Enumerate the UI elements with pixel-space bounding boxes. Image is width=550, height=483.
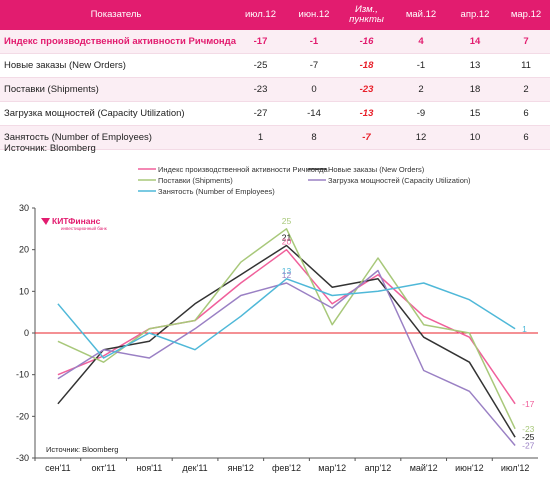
cell: -1: [289, 30, 339, 54]
cell: -1: [394, 53, 448, 78]
table-row: Новые заказы (New Orders) -25 -7 -18 -1 …: [0, 53, 550, 78]
cell: 11: [502, 53, 550, 78]
header-indicator: Показатель: [0, 0, 232, 30]
kit-finance-logo: КИТФинанс инвестиционный банк: [41, 216, 107, 231]
cell: 15: [448, 101, 502, 126]
header-month: апр.12: [448, 0, 502, 30]
cell: 2: [502, 77, 550, 102]
x-tick-label: мар'12: [318, 463, 346, 473]
y-tick-label: -10: [16, 370, 29, 380]
cell: 13: [448, 53, 502, 78]
cell: 0: [289, 77, 339, 102]
change-cell: -16: [339, 30, 394, 54]
y-tick-label: -30: [16, 453, 29, 463]
data-label: 25: [282, 216, 292, 226]
cell: 12: [394, 125, 448, 150]
chart-series: [57, 228, 516, 446]
legend-label: Загрузка мощностей (Capacity Utilization…: [328, 176, 471, 185]
cell: -25: [232, 53, 289, 78]
cell: -27: [232, 101, 289, 126]
y-tick-label: 0: [24, 328, 29, 338]
y-tick-label: -20: [16, 411, 29, 421]
cell: 10: [448, 125, 502, 150]
chart-axes: -30 -20 -10 0 10 20 30 сен'11 окт'11 ноя'11 дек'11…: [16, 203, 538, 473]
x-tick-label: июн'12: [455, 463, 483, 473]
x-tick-label: апр'12: [365, 463, 392, 473]
data-label: 1: [522, 324, 527, 334]
table-row: Поставки (Shipments) -23 0 -23 2 18 2: [0, 77, 550, 102]
chart-legend: Индекс производственной активности Ричмо…: [138, 165, 471, 196]
indicator-table: Показатель июл.12 июн.12 Изм., пункты ма…: [0, 0, 550, 150]
header-month: май.12: [394, 0, 448, 30]
row-name: Загрузка мощностей (Capacity Utilization…: [0, 101, 232, 126]
cell: 14: [448, 30, 502, 54]
y-tick-label: 10: [19, 286, 29, 296]
cell: 6: [502, 125, 550, 150]
cell: -7: [289, 53, 339, 78]
data-label: -17: [522, 399, 535, 409]
x-tick-label: фев'12: [272, 463, 301, 473]
change-cell: -13: [339, 101, 394, 126]
header-month: июн.12: [289, 0, 339, 30]
x-tick-label: июл'12: [501, 463, 530, 473]
series-line: [57, 278, 516, 359]
cell: -23: [232, 77, 289, 102]
cell: -14: [289, 101, 339, 126]
header-change: Изм., пункты: [339, 0, 394, 30]
table-row: Загрузка мощностей (Capacity Utilization…: [0, 101, 550, 126]
cell: 4: [394, 30, 448, 54]
header-month: мар.12: [502, 0, 550, 30]
logo-text: КИТФинанс: [52, 216, 101, 226]
legend-label: Новые заказы (New Orders): [328, 165, 425, 174]
y-tick-label: 30: [19, 203, 29, 213]
data-label: 20: [282, 237, 292, 247]
data-label: 12: [282, 270, 292, 280]
row-name: Новые заказы (New Orders): [0, 53, 232, 78]
logo-mark-icon: [41, 218, 50, 225]
cell: 7: [502, 30, 550, 54]
legend-label: Индекс производственной активности Ричмо…: [158, 165, 328, 174]
x-tick-label: ноя'11: [136, 463, 162, 473]
change-cell: -23: [339, 77, 394, 102]
y-tick-label: 20: [19, 245, 29, 255]
x-tick-label: янв'12: [228, 463, 254, 473]
line-chart: Индекс производственной активности Ричмо…: [16, 165, 538, 473]
cell: -17: [232, 30, 289, 54]
table-header-row: Показатель июл.12 июн.12 Изм., пункты ма…: [0, 0, 550, 30]
series-line: [57, 269, 516, 446]
cell: 1: [232, 125, 289, 150]
header-month: июл.12: [232, 0, 289, 30]
row-name: Поставки (Shipments): [0, 77, 232, 102]
x-tick-label: окт'11: [91, 463, 115, 473]
logo-tagline: инвестиционный банк: [61, 225, 107, 231]
change-cell: -18: [339, 53, 394, 78]
x-tick-label: май'12: [410, 463, 438, 473]
chart-source: Источник: Bloomberg: [46, 445, 118, 454]
legend-label: Поставки (Shipments): [158, 176, 233, 185]
table-source: Источник: Bloomberg: [4, 143, 96, 154]
cell: 8: [289, 125, 339, 150]
x-tick-label: дек'11: [182, 463, 207, 473]
row-name: Индекс производственной активности Ричмо…: [0, 30, 236, 54]
series-line: [57, 228, 516, 430]
data-label: -27: [522, 441, 535, 451]
cell: 18: [448, 77, 502, 102]
cell: 2: [394, 77, 448, 102]
cell: 6: [502, 101, 550, 126]
change-cell: -7: [339, 125, 394, 150]
cell: -9: [394, 101, 448, 126]
legend-label: Занятость (Number of Employees): [158, 187, 275, 196]
x-tick-label: сен'11: [45, 463, 71, 473]
table-row: Индекс производственной активности Ричмо…: [0, 30, 550, 54]
